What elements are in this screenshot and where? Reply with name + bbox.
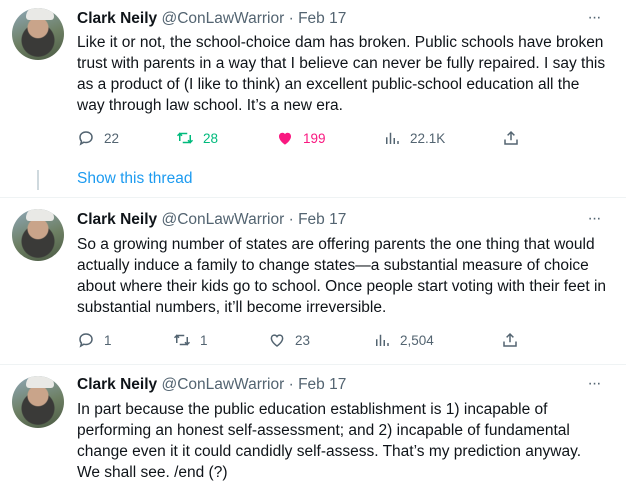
reply-button[interactable]: 22 [77, 127, 119, 149]
avatar[interactable] [12, 209, 64, 261]
tweet-1[interactable]: Clark Neily @ConLawWarrior · Feb 17 ··· … [0, 0, 626, 196]
reply-icon [77, 129, 95, 147]
share-button[interactable] [502, 127, 520, 149]
views-icon [373, 331, 391, 349]
share-icon [502, 129, 520, 147]
reply-count: 22 [104, 130, 120, 146]
share-button[interactable] [501, 329, 519, 351]
tweet-header: Clark Neily @ConLawWarrior · Feb 17 [77, 375, 346, 395]
more-icon[interactable]: ··· [584, 10, 604, 32]
tweet-2[interactable]: Clark Neily @ConLawWarrior · Feb 17 ··· … [0, 198, 626, 363]
tweet-text: Like it or not, the school-choice dam ha… [77, 34, 606, 114]
retweet-count: 28 [203, 130, 219, 146]
like-icon [268, 331, 286, 349]
avatar[interactable] [12, 376, 64, 428]
reply-count: 1 [104, 332, 112, 348]
reply-button[interactable]: 1 [77, 329, 112, 351]
views-icon [383, 129, 401, 147]
avatar[interactable] [12, 8, 64, 60]
tweet-date[interactable]: Feb 17 [298, 211, 346, 228]
share-icon [501, 331, 519, 349]
retweet-button[interactable]: 28 [176, 127, 218, 149]
author-handle[interactable]: @ConLawWarrior [161, 376, 284, 393]
more-icon[interactable]: ··· [584, 211, 604, 233]
author-handle[interactable]: @ConLawWarrior [161, 211, 284, 228]
like-button[interactable]: 23 [268, 329, 310, 351]
author-name[interactable]: Clark Neily [77, 10, 157, 27]
separator: · [288, 211, 294, 228]
like-count: 23 [295, 332, 311, 348]
show-thread-link[interactable]: Show this thread [77, 170, 192, 188]
views-count: 22.1K [410, 130, 446, 146]
separator: · [288, 376, 294, 393]
author-name[interactable]: Clark Neily [77, 376, 157, 393]
views-button[interactable]: 22.1K [383, 127, 445, 149]
tweet-actions: 22 28 199 22.1K [77, 127, 547, 149]
tweet-date[interactable]: Feb 17 [298, 10, 346, 27]
tweet-header: Clark Neily @ConLawWarrior · Feb 17 [77, 210, 346, 230]
tweet-3[interactable]: Clark Neily @ConLawWarrior · Feb 17 ··· … [0, 365, 626, 485]
retweet-button[interactable]: 1 [173, 329, 208, 351]
author-name[interactable]: Clark Neily [77, 211, 157, 228]
like-button[interactable]: 199 [276, 127, 326, 149]
tweet-text: In part because the public education est… [77, 401, 582, 481]
thread-line [37, 170, 39, 190]
views-count: 2,504 [400, 332, 434, 348]
more-icon[interactable]: ··· [584, 376, 604, 398]
retweet-count: 1 [200, 332, 208, 348]
tweet-date[interactable]: Feb 17 [298, 376, 346, 393]
separator: · [288, 10, 294, 27]
retweet-icon [176, 129, 194, 147]
retweet-icon [173, 331, 191, 349]
tweet-text: So a growing number of states are offeri… [77, 236, 607, 316]
tweet-header: Clark Neily @ConLawWarrior · Feb 17 [77, 9, 346, 29]
author-handle[interactable]: @ConLawWarrior [161, 10, 284, 27]
views-button[interactable]: 2,504 [373, 329, 434, 351]
like-count: 199 [303, 130, 326, 146]
reply-icon [77, 331, 95, 349]
like-icon [276, 129, 294, 147]
tweet-actions: 1 1 23 2,504 [77, 329, 547, 351]
